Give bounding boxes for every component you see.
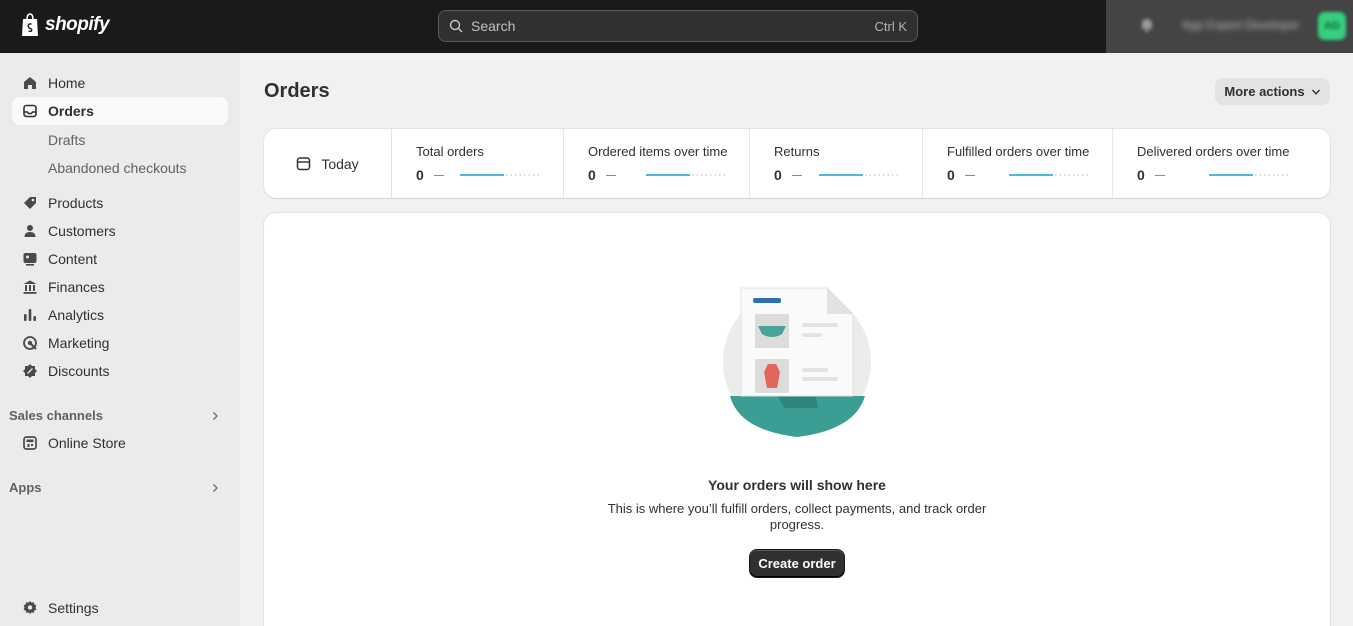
sparkline — [1009, 174, 1089, 176]
calendar-icon — [297, 157, 311, 171]
sidebar-item-settings[interactable]: Settings — [12, 594, 228, 622]
tag-icon — [24, 197, 36, 209]
metric-label: Returns — [774, 144, 820, 159]
metric-dash — [1155, 175, 1165, 176]
target-icon — [23, 336, 37, 350]
sidebar-item-finances[interactable]: Finances — [12, 273, 228, 301]
sidebar-item-label: Discounts — [48, 363, 110, 379]
sidebar-item-label: Finances — [48, 279, 105, 295]
search-shortcut: Ctrl K — [874, 18, 908, 34]
empty-state-title: Your orders will show here — [708, 477, 886, 493]
sidebar-item-online-store[interactable]: Online Store — [12, 429, 228, 457]
person-icon — [24, 225, 36, 237]
store-icon — [23, 436, 37, 450]
metric-returns[interactable]: Returns 0 — [750, 129, 923, 198]
metric-label: Total orders — [416, 144, 484, 159]
sidebar-item-label: Marketing — [48, 335, 110, 351]
metric-dash — [965, 175, 975, 176]
metric-label: Fulfilled orders over time — [947, 144, 1090, 159]
orders-icon — [23, 104, 37, 118]
metric-delivered-orders[interactable]: Delivered orders over time 0 — [1113, 129, 1330, 198]
metric-total-orders[interactable]: Total orders 0 — [392, 129, 564, 198]
brand-name: shopify — [45, 14, 110, 35]
sidebar-item-content[interactable]: Content — [12, 245, 228, 273]
search-icon — [449, 19, 463, 33]
chevron-right-icon[interactable] — [210, 411, 220, 421]
metric-dash — [792, 175, 802, 176]
shopify-logo[interactable]: shopify — [19, 12, 110, 38]
metric-value: 0 — [588, 167, 596, 183]
sparkline — [646, 174, 726, 176]
sidebar-item-discounts[interactable]: Discounts — [12, 357, 228, 385]
discount-icon — [23, 364, 37, 378]
more-actions-label: More actions — [1224, 84, 1305, 99]
sidebar-item-label: Analytics — [48, 307, 105, 323]
create-order-button[interactable]: Create order — [749, 549, 845, 578]
search-input[interactable] — [471, 18, 875, 34]
metric-value: 0 — [947, 167, 955, 183]
metric-value: 0 — [416, 167, 424, 183]
metric-fulfilled-orders[interactable]: Fulfilled orders over time 0 — [923, 129, 1113, 198]
metrics-bar: Today Total orders 0 Ordered items over … — [264, 129, 1330, 198]
empty-orders-illustration — [723, 287, 871, 437]
shopify-bag-icon — [22, 13, 38, 36]
sidebar-item-label: Customers — [48, 223, 116, 239]
gear-icon — [23, 601, 37, 614]
empty-state-description: This is where you’ll fulfill orders, col… — [607, 501, 987, 532]
sidebar-item-marketing[interactable]: Marketing — [12, 329, 228, 357]
sidebar-item-label: Orders — [48, 103, 94, 119]
chevron-right-icon[interactable] — [210, 483, 220, 493]
bar-chart-icon — [24, 309, 36, 321]
top-bar: shopify Ctrl K App Expert Developer AD — [0, 0, 1353, 53]
search-bar[interactable]: Ctrl K — [438, 10, 918, 42]
metric-ordered-items[interactable]: Ordered items over time 0 — [564, 129, 750, 198]
sidebar-subitem-abandoned-checkouts[interactable]: Abandoned checkouts — [48, 160, 187, 176]
metric-value: 0 — [1137, 167, 1145, 183]
sidebar-item-analytics[interactable]: Analytics — [12, 301, 228, 329]
metric-value: 0 — [774, 167, 782, 183]
sales-channels-label[interactable]: Sales channels — [9, 408, 103, 423]
sidebar-item-label: Settings — [48, 600, 99, 616]
chevron-down-icon — [1311, 89, 1320, 95]
home-icon — [24, 77, 36, 89]
sidebar-item-customers[interactable]: Customers — [12, 217, 228, 245]
sidebar-item-label: Home — [48, 75, 86, 91]
sidebar-item-products[interactable]: Products — [12, 189, 228, 217]
metric-dash — [606, 175, 616, 176]
avatar[interactable]: AD — [1318, 12, 1346, 40]
user-name[interactable]: App Expert Developer — [1182, 18, 1299, 32]
sparkline — [1209, 174, 1289, 176]
bank-icon — [23, 280, 37, 294]
sparkline — [460, 174, 540, 176]
apps-label[interactable]: Apps — [9, 480, 42, 495]
sidebar-subitem-drafts[interactable]: Drafts — [48, 132, 85, 148]
date-filter-label: Today — [321, 155, 359, 172]
metric-label: Delivered orders over time — [1137, 144, 1290, 159]
bell-icon[interactable] — [1138, 16, 1156, 34]
date-filter-button[interactable]: Today — [264, 129, 392, 198]
content-icon — [23, 253, 37, 266]
metric-dash — [434, 175, 444, 176]
more-actions-button[interactable]: More actions — [1215, 78, 1330, 105]
metric-label: Ordered items over time — [588, 144, 728, 159]
sidebar-item-home[interactable]: Home — [12, 69, 228, 97]
sidebar-item-label: Online Store — [48, 435, 126, 451]
page-title: Orders — [264, 80, 330, 102]
sidebar-item-label: Products — [48, 195, 104, 211]
sparkline — [819, 174, 899, 176]
sidebar-item-label: Content — [48, 251, 98, 267]
sidebar-item-orders[interactable]: Orders — [12, 97, 228, 125]
